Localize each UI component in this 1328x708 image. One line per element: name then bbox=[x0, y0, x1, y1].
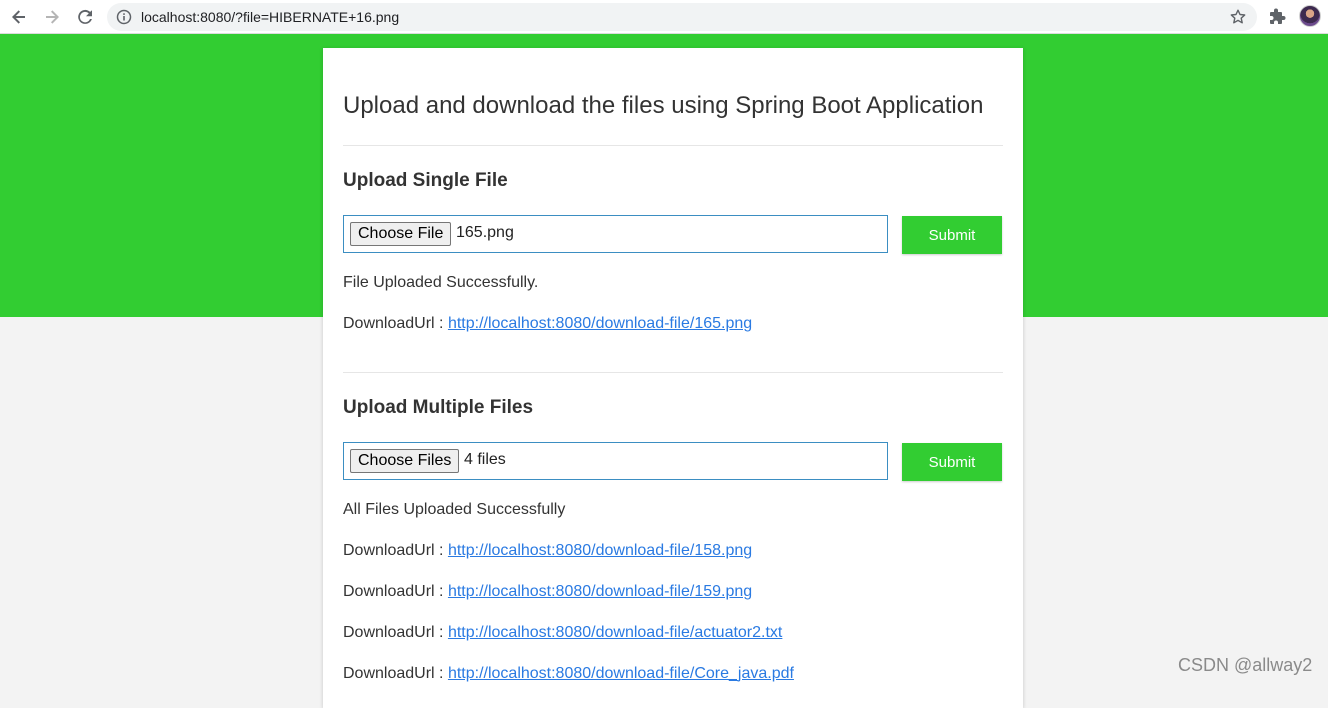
back-arrow-icon[interactable] bbox=[7, 5, 31, 29]
multiple-download-row: DownloadUrl : http://localhost:8080/down… bbox=[343, 665, 794, 683]
multiple-download-row: DownloadUrl : http://localhost:8080/down… bbox=[343, 583, 752, 601]
download-url-label: DownloadUrl : bbox=[343, 665, 448, 682]
choose-files-button[interactable]: Choose Files bbox=[350, 449, 460, 473]
multiple-download-row: DownloadUrl : http://localhost:8080/down… bbox=[343, 624, 782, 642]
browser-toolbar: localhost:8080/?file=HIBERNATE+16.png bbox=[0, 0, 1328, 34]
section-divider bbox=[343, 372, 1003, 373]
multiple-upload-status: All Files Uploaded Successfully bbox=[343, 501, 566, 518]
forward-arrow-icon[interactable] bbox=[40, 5, 64, 29]
download-url-label: DownloadUrl : bbox=[343, 315, 448, 332]
page-title: Upload and download the files using Spri… bbox=[343, 92, 984, 119]
download-link[interactable]: http://localhost:8080/download-file/Core… bbox=[448, 665, 794, 682]
profile-avatar[interactable] bbox=[1299, 5, 1321, 27]
download-link[interactable]: http://localhost:8080/download-file/159.… bbox=[448, 583, 752, 600]
watermark-text: CSDN @allway2 bbox=[1178, 655, 1313, 675]
download-url-label: DownloadUrl : bbox=[343, 624, 448, 641]
multiple-upload-heading: Upload Multiple Files bbox=[343, 397, 534, 418]
bookmark-star-icon[interactable] bbox=[1229, 8, 1247, 26]
download-link[interactable]: http://localhost:8080/download-file/158.… bbox=[448, 542, 752, 559]
multiple-submit-button[interactable]: Submit bbox=[902, 443, 1002, 481]
choose-file-button[interactable]: Choose File bbox=[350, 222, 452, 246]
single-download-row: DownloadUrl : http://localhost:8080/down… bbox=[343, 315, 752, 333]
reload-icon[interactable] bbox=[73, 5, 97, 29]
download-link[interactable]: http://localhost:8080/download-file/165.… bbox=[448, 315, 752, 332]
single-upload-status: File Uploaded Successfully. bbox=[343, 274, 539, 291]
single-file-input[interactable]: Choose File 165.png bbox=[343, 215, 888, 253]
download-url-label: DownloadUrl : bbox=[343, 583, 448, 600]
extensions-puzzle-icon[interactable] bbox=[1268, 7, 1288, 27]
selected-files-count: 4 files bbox=[464, 451, 506, 468]
title-divider bbox=[343, 145, 1003, 146]
download-link[interactable]: http://localhost:8080/download-file/actu… bbox=[448, 624, 782, 641]
site-info-icon[interactable] bbox=[116, 9, 132, 25]
multiple-download-row: DownloadUrl : http://localhost:8080/down… bbox=[343, 542, 752, 560]
address-bar[interactable]: localhost:8080/?file=HIBERNATE+16.png bbox=[107, 3, 1257, 31]
selected-file-name: 165.png bbox=[456, 224, 514, 241]
upload-card: Upload and download the files using Spri… bbox=[323, 48, 1023, 708]
multiple-file-input[interactable]: Choose Files 4 files bbox=[343, 442, 888, 480]
single-upload-heading: Upload Single File bbox=[343, 170, 508, 191]
download-url-label: DownloadUrl : bbox=[343, 542, 448, 559]
url-text[interactable]: localhost:8080/?file=HIBERNATE+16.png bbox=[141, 9, 399, 25]
single-submit-button[interactable]: Submit bbox=[902, 216, 1002, 254]
